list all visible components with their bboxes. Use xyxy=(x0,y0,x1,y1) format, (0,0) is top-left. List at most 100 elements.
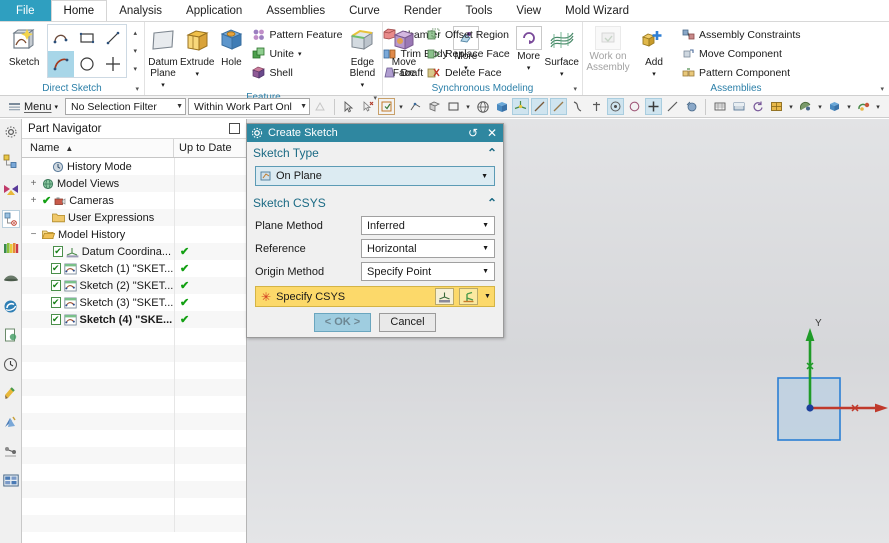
select-face-dropdown-icon[interactable]: ▾ xyxy=(397,103,405,111)
section-sketch-csys[interactable]: Sketch CSYS ⌃ xyxy=(247,192,503,214)
selection-scope-combo[interactable]: Within Work Part Onl ▼ xyxy=(188,98,311,115)
tree-expander-icon[interactable]: + xyxy=(28,195,39,206)
tab-assemblies[interactable]: Assemblies xyxy=(254,0,337,21)
fit-view-icon[interactable] xyxy=(749,98,766,115)
sketch-tool-point[interactable] xyxy=(100,51,126,77)
gallery-expand-icon[interactable]: ▾ xyxy=(133,65,137,73)
unite-button[interactable]: Unite ▾ xyxy=(248,45,345,62)
render-style-icon[interactable] xyxy=(797,98,814,115)
section-sketch-type[interactable]: Sketch Type ⌃ xyxy=(247,142,503,164)
system-scenes-icon[interactable] xyxy=(2,413,20,431)
tab-curve[interactable]: Curve xyxy=(337,0,392,21)
item-checkbox[interactable]: ✔ xyxy=(51,280,61,291)
view-orientation-dropdown-icon[interactable]: ▾ xyxy=(845,103,853,111)
group-expand-icon[interactable]: ▾ xyxy=(880,83,884,96)
pattern-feature-button[interactable]: Pattern Feature xyxy=(248,26,345,43)
group-expand-icon[interactable]: ▾ xyxy=(573,83,577,96)
sync-more-button[interactable]: More ▾ xyxy=(515,24,543,74)
gallery-scroll-controls[interactable]: ▴ ▾ ▾ xyxy=(129,24,141,78)
item-checkbox[interactable]: ✔ xyxy=(51,314,61,325)
chevron-up-icon[interactable]: ⌃ xyxy=(487,196,497,210)
history-palette-icon[interactable] xyxy=(2,326,20,344)
edge-blend-button[interactable]: Edge Blend ▾ xyxy=(347,24,377,91)
roles-icon[interactable] xyxy=(2,471,20,489)
item-checkbox[interactable]: ✔ xyxy=(51,263,61,274)
visual-effects-dropdown-icon[interactable]: ▾ xyxy=(874,103,882,111)
tab-view[interactable]: View xyxy=(504,0,553,21)
view-orientation-icon[interactable] xyxy=(826,98,843,115)
replace-face-button[interactable]: Replace Face xyxy=(424,45,513,62)
create-sketch-dialog[interactable]: Create Sketch ↺ ✕ Sketch Type ⌃ On Plane… xyxy=(246,123,504,338)
datum-plane-button[interactable]: Datum Plane ▾ xyxy=(148,24,178,91)
tab-tools[interactable]: Tools xyxy=(454,0,505,21)
table-row[interactable]: ✔ Sketch (3) "SKET... ✔ xyxy=(22,294,246,311)
table-row[interactable]: ✔ Sketch (4) "SKE... ✔ xyxy=(22,311,246,328)
shell-button[interactable]: Shell xyxy=(248,64,345,81)
tree-expander-icon[interactable]: + xyxy=(28,178,39,189)
internet-explorer-icon[interactable] xyxy=(2,297,20,315)
quadrant-point-icon[interactable] xyxy=(645,98,663,115)
specify-csys-row[interactable]: ✳ Specify CSYS ▼ xyxy=(255,286,495,307)
tab-application[interactable]: Application xyxy=(174,0,254,21)
sketch-type-combo[interactable]: On Plane ▼ xyxy=(255,166,495,186)
constraint-navigator-icon[interactable] xyxy=(2,181,20,199)
table-row-empty[interactable] xyxy=(22,328,246,345)
circle-select-icon[interactable] xyxy=(626,98,643,115)
selection-filter-combo[interactable]: No Selection Filter ▼ xyxy=(65,98,187,115)
unite-dropdown-icon[interactable]: ▾ xyxy=(298,50,302,58)
arc-center-icon[interactable] xyxy=(607,98,625,115)
table-row-empty[interactable] xyxy=(22,515,246,532)
tab-mold-wizard[interactable]: Mold Wizard xyxy=(553,0,641,21)
table-row-empty[interactable] xyxy=(22,345,246,362)
sketch-button[interactable]: Sketch xyxy=(3,24,45,68)
chevron-down-icon[interactable]: ▼ xyxy=(295,103,307,110)
clock-history-icon[interactable] xyxy=(2,355,20,373)
chevron-down-icon[interactable]: ▼ xyxy=(477,173,492,180)
render-dropdown-icon[interactable]: ▾ xyxy=(816,103,824,111)
field-combo-plane-method[interactable]: Inferred ▼ xyxy=(361,216,495,235)
select-face-icon[interactable] xyxy=(378,98,396,115)
group-expand-icon[interactable]: ▾ xyxy=(373,92,377,105)
menu-button[interactable]: Menu ▾ xyxy=(3,99,63,114)
gallery-scroll-down-icon[interactable]: ▾ xyxy=(133,47,137,55)
column-header-up-to-date[interactable]: Up to Date xyxy=(174,139,246,157)
assembly-navigator-icon[interactable] xyxy=(2,152,20,170)
sketch-tool-circle[interactable] xyxy=(74,51,100,77)
table-row[interactable]: User Expressions xyxy=(22,209,246,226)
layout-view-icon[interactable] xyxy=(768,98,785,115)
table-row-empty[interactable] xyxy=(22,464,246,481)
table-row-empty[interactable] xyxy=(22,413,246,430)
table-row[interactable]: − Model History xyxy=(22,226,246,243)
sketch-tool-arc[interactable] xyxy=(48,51,75,77)
column-header-name[interactable]: Name ▲ xyxy=(22,139,174,157)
face-snap-icon[interactable] xyxy=(683,98,700,115)
shaded-view-icon[interactable] xyxy=(730,98,747,115)
table-row[interactable]: ✔ Sketch (1) "SKET... ✔ xyxy=(22,260,246,277)
offset-region-button[interactable]: Offset Region xyxy=(424,26,513,43)
sync-more-dropdown-icon[interactable]: ▾ xyxy=(527,63,531,74)
surface-button[interactable]: Surface ▾ xyxy=(545,24,579,80)
panel-pin-icon[interactable] xyxy=(229,123,240,134)
move-face-button[interactable]: Move Face xyxy=(386,24,422,79)
solid-body-icon[interactable] xyxy=(493,98,510,115)
tab-file[interactable]: File xyxy=(0,0,51,21)
reuse-library-icon[interactable] xyxy=(2,239,20,257)
select-edge-icon[interactable] xyxy=(407,98,424,115)
tab-analysis[interactable]: Analysis xyxy=(107,0,174,21)
process-studio-icon[interactable] xyxy=(2,442,20,460)
table-row[interactable]: + ✔ Cameras xyxy=(22,192,246,209)
gallery-scroll-up-icon[interactable]: ▴ xyxy=(133,29,137,37)
sketch-tool-rectangle[interactable] xyxy=(74,25,100,51)
snap-point-toggle[interactable] xyxy=(312,98,329,115)
extrude-dropdown-icon[interactable]: ▾ xyxy=(195,69,199,80)
table-row-empty[interactable] xyxy=(22,481,246,498)
pattern-component-button[interactable]: Pattern Component xyxy=(678,64,804,81)
extrude-button[interactable]: Extrude ▾ xyxy=(180,24,214,80)
settings-icon[interactable] xyxy=(2,123,20,141)
part-navigator-tree[interactable]: History Mode + Model Views + ✔ Cameras User Ex… xyxy=(22,158,246,543)
select-rect-dropdown-icon[interactable]: ▾ xyxy=(464,103,472,111)
sketch-tool-line[interactable] xyxy=(100,25,126,51)
assembly-constraints-button[interactable]: Assembly Constraints xyxy=(678,26,804,43)
select-body-icon[interactable] xyxy=(426,98,443,115)
menu-dropdown-icon[interactable]: ▾ xyxy=(55,103,59,111)
